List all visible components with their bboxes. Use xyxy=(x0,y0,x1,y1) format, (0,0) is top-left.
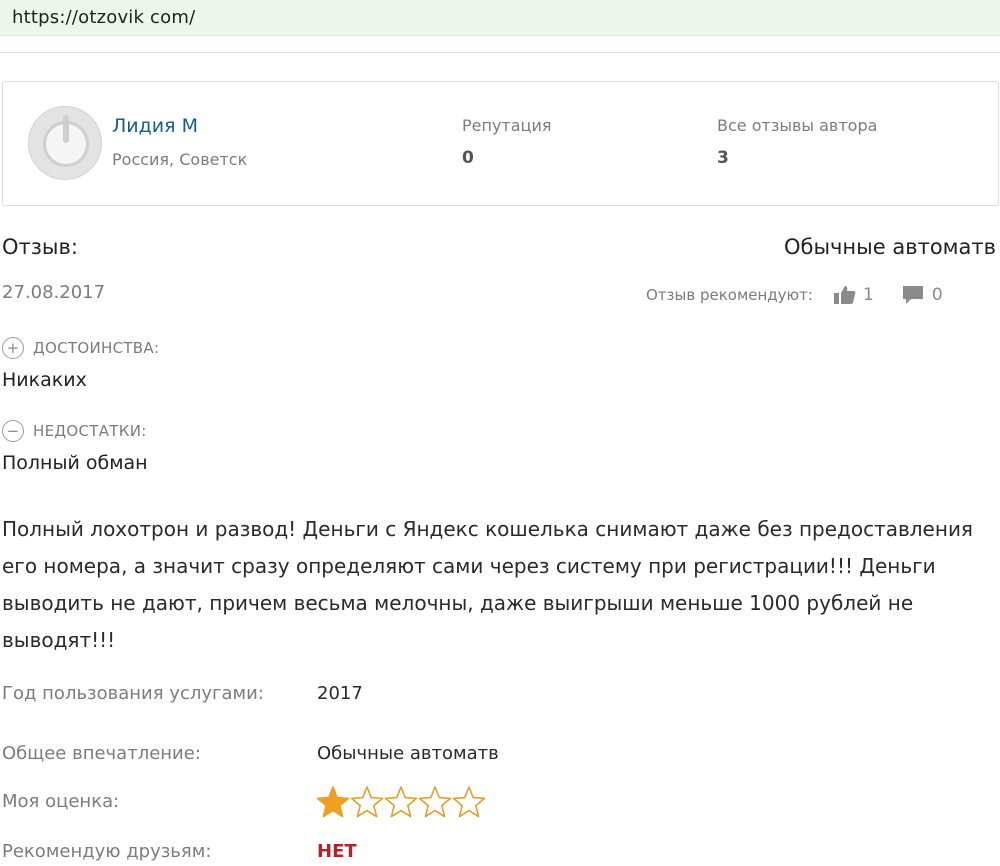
recommend-label: Отзыв рекомендуют: xyxy=(646,286,813,304)
impression-label: Общее впечатление: xyxy=(2,743,201,764)
plus-circle-icon: + xyxy=(2,337,24,359)
star-empty-icon xyxy=(418,786,452,818)
recommend-row: Отзыв рекомендуют: 1 0 xyxy=(646,284,971,306)
rating-label: Моя оценка: xyxy=(2,791,120,812)
author-reviews-label[interactable]: Все отзывы автора xyxy=(717,116,877,135)
recommend-friends-value: НЕТ xyxy=(317,841,357,862)
minus-circle-icon: − xyxy=(2,420,24,442)
star-empty-icon xyxy=(350,786,384,818)
pros-text: Никаких xyxy=(2,369,87,391)
review-label: Отзыв: xyxy=(2,235,78,259)
cons-heading: − НЕДОСТАТКИ: xyxy=(2,419,147,443)
year-value: 2017 xyxy=(317,683,363,704)
author-card: Лидия М Россия, Советск Репутация 0 Все … xyxy=(2,81,999,206)
impression-value: Обычные автоматв xyxy=(317,743,499,764)
review-title: Обычные автоматв xyxy=(783,235,996,259)
review-date: 27.08.2017 xyxy=(2,282,106,303)
reputation-label: Репутация xyxy=(462,116,552,135)
address-url[interactable]: https://otzovik com/ xyxy=(12,7,195,28)
review-body: Полный лохотрон и развод! Деньги с Яндек… xyxy=(2,517,973,652)
thumbs-up-icon[interactable] xyxy=(833,285,857,305)
comment-icon[interactable] xyxy=(902,285,924,305)
author-location: Россия, Советск xyxy=(112,150,248,169)
star-filled-icon xyxy=(316,786,350,818)
cons-label: НЕДОСТАТКИ: xyxy=(33,422,147,440)
address-bar[interactable]: https://otzovik com/ xyxy=(0,0,1000,36)
reputation-value: 0 xyxy=(462,148,474,168)
author-reviews-count[interactable]: 3 xyxy=(717,148,729,168)
recommend-friends-label: Рекомендую друзьям: xyxy=(2,841,212,862)
comments-count: 0 xyxy=(931,285,943,305)
star-empty-icon xyxy=(384,786,418,818)
cons-text: Полный обман xyxy=(2,452,148,474)
year-label: Год пользования услугами: xyxy=(2,683,264,704)
rating-stars xyxy=(316,785,486,819)
divider xyxy=(0,52,1000,53)
author-name-link[interactable]: Лидия М xyxy=(112,115,198,137)
pros-heading: + ДОСТОИНСТВА: xyxy=(2,336,159,360)
pros-label: ДОСТОИНСТВА: xyxy=(33,339,160,357)
likes-count: 1 xyxy=(862,285,874,305)
default-avatar-icon[interactable] xyxy=(28,106,102,180)
star-empty-icon xyxy=(452,786,486,818)
